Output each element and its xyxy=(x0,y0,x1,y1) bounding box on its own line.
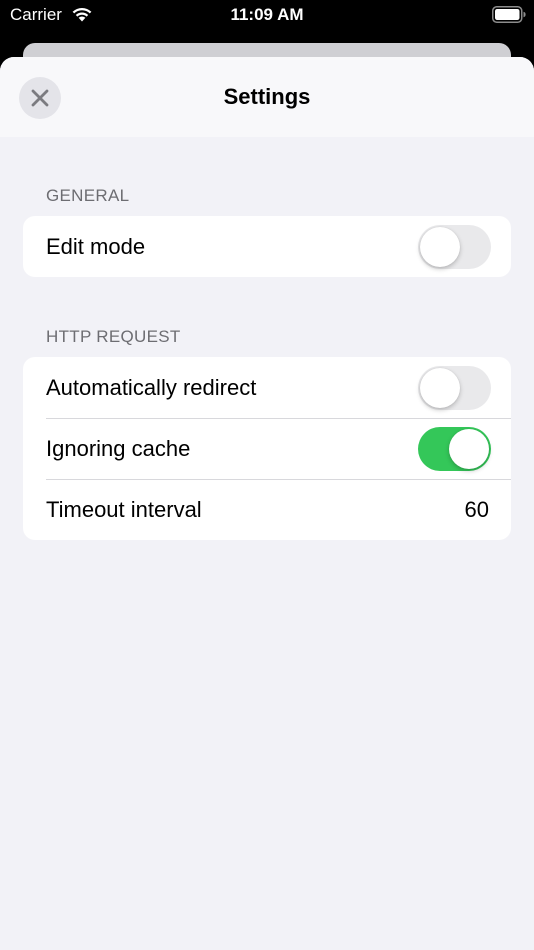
toggle-knob xyxy=(449,429,489,469)
settings-group-http-request: Automatically redirect Ignoring cache Ti… xyxy=(23,357,511,540)
status-time: 11:09 AM xyxy=(230,5,304,24)
settings-group-general: Edit mode xyxy=(23,216,511,277)
settings-sheet: Settings GENERAL Edit mode HTTP REQUEST … xyxy=(0,57,534,950)
ignoring-cache-label: Ignoring cache xyxy=(46,436,191,461)
settings-row-timeout-interval[interactable]: Timeout interval 60 xyxy=(23,479,511,540)
section-header-general: GENERAL xyxy=(46,186,130,205)
automatically-redirect-label: Automatically redirect xyxy=(46,375,257,400)
edit-mode-label: Edit mode xyxy=(46,234,146,259)
settings-row-ignoring-cache: Ignoring cache xyxy=(23,418,511,479)
toggle-knob xyxy=(420,368,460,408)
automatically-redirect-toggle[interactable] xyxy=(418,366,491,410)
ignoring-cache-toggle[interactable] xyxy=(418,427,491,471)
status-bar: Carrier 11:09 AM xyxy=(0,0,534,32)
timeout-interval-value: 60 xyxy=(464,497,489,522)
timeout-interval-label: Timeout interval xyxy=(46,497,202,522)
toggle-knob xyxy=(420,227,460,267)
battery-icon xyxy=(492,6,526,23)
settings-row-edit-mode: Edit mode xyxy=(23,216,511,277)
navigation-bar: Settings xyxy=(0,57,534,137)
section-header-http-request: HTTP REQUEST xyxy=(46,327,181,346)
page-title: Settings xyxy=(223,84,311,109)
settings-row-automatically-redirect: Automatically redirect xyxy=(23,357,511,418)
edit-mode-toggle[interactable] xyxy=(418,225,491,269)
